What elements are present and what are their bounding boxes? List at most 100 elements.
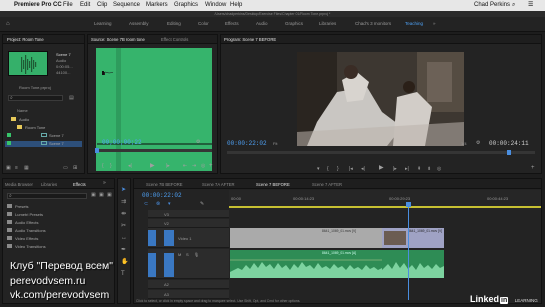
goto-out-icon[interactable]: ▸| bbox=[405, 166, 409, 173]
linked-selection-icon[interactable]: ⊗ bbox=[156, 201, 160, 208]
source-scrubber[interactable] bbox=[95, 148, 212, 153]
add-icon[interactable]: + bbox=[209, 163, 213, 170]
tab-effects[interactable]: Effects bbox=[73, 181, 86, 188]
tab-program[interactable]: Program: Scene 7 BEFORE bbox=[224, 36, 276, 43]
work-area-bar[interactable] bbox=[229, 206, 541, 208]
tab-media-browser[interactable]: Media Browser bbox=[5, 181, 33, 188]
source-patch-v1[interactable] bbox=[148, 230, 156, 246]
search-icon[interactable]: ⌕ bbox=[512, 0, 515, 11]
settings-icon[interactable]: ⚙ bbox=[476, 140, 480, 147]
mark-in-icon[interactable]: { bbox=[102, 163, 104, 170]
target-a1[interactable] bbox=[164, 253, 174, 277]
timeline-settings-icon[interactable]: ✎ bbox=[200, 201, 204, 208]
hand-tool-icon[interactable]: ✋ bbox=[121, 259, 128, 266]
menu-clip[interactable]: Clip bbox=[97, 0, 107, 11]
add-icon[interactable]: + bbox=[531, 165, 535, 172]
program-scrubber[interactable] bbox=[227, 150, 535, 155]
filter-icon[interactable]: ▤ bbox=[69, 95, 74, 102]
ws-libraries[interactable]: Libraries bbox=[319, 20, 336, 28]
mark-out-icon[interactable]: } bbox=[337, 166, 339, 173]
clip-a1-b[interactable] bbox=[382, 250, 444, 278]
play-icon[interactable]: ▶ bbox=[150, 163, 155, 170]
source-patch-a1[interactable] bbox=[148, 253, 156, 277]
search-field[interactable]: ⌕ bbox=[8, 95, 63, 101]
program-timecode[interactable]: 00:00:22:02 bbox=[227, 140, 267, 147]
menu-sequence[interactable]: Sequence bbox=[113, 0, 140, 11]
export-frame-icon[interactable]: ◎ bbox=[437, 166, 441, 173]
snap-icon[interactable]: ⊂ bbox=[144, 201, 148, 208]
overwrite-icon[interactable]: ⇥ bbox=[192, 163, 196, 170]
menu-file[interactable]: File bbox=[63, 0, 73, 11]
ws-assembly[interactable]: Assembly bbox=[129, 20, 149, 28]
step-back-icon[interactable]: ◂| bbox=[361, 166, 365, 173]
ws-graphics[interactable]: Graphics bbox=[285, 20, 303, 28]
bin-room-tone[interactable]: Room Tone bbox=[7, 125, 45, 131]
effects-audio-effects[interactable]: Audio Effects bbox=[7, 220, 39, 226]
mark-out-icon[interactable]: } bbox=[110, 163, 112, 170]
voiceover-icon[interactable]: 🎙 bbox=[194, 251, 199, 258]
menu-help[interactable]: Help bbox=[230, 0, 242, 11]
tab-seq-7-after[interactable]: Scene 7 AFTER bbox=[312, 181, 342, 188]
home-icon[interactable]: ⌂ bbox=[6, 20, 10, 28]
ws-effects[interactable]: Effects bbox=[225, 20, 239, 28]
new-bin-icon[interactable]: ▭ bbox=[63, 165, 68, 172]
effects-audio-transitions[interactable]: Audio Transitions bbox=[7, 228, 46, 234]
accelerated-icon[interactable]: ▣ bbox=[91, 192, 96, 199]
add-marker-icon[interactable]: ▾ bbox=[168, 201, 171, 208]
settings-icon[interactable]: ⚙ bbox=[196, 139, 200, 146]
export-frame-icon[interactable]: ◎ bbox=[201, 163, 205, 170]
resolution-select[interactable]: 1/4 bbox=[461, 141, 467, 146]
playhead-icon[interactable] bbox=[406, 202, 411, 207]
marker-icon[interactable]: ▾ bbox=[317, 166, 320, 173]
bin-scene-7b[interactable]: Scene 7 bbox=[5, 141, 82, 147]
menu-list-icon[interactable]: ☰ bbox=[528, 0, 533, 11]
tab-source[interactable]: Source: Scene 7B room tone bbox=[91, 36, 145, 43]
tab-seq-7a-after[interactable]: Scene 7A AFTER bbox=[202, 181, 235, 188]
menu-edit[interactable]: Edit bbox=[80, 0, 90, 11]
track-select-tool-icon[interactable]: ⇉ bbox=[121, 199, 126, 206]
timeline-playhead[interactable] bbox=[406, 202, 411, 300]
pen-tool-icon[interactable]: ✒ bbox=[121, 247, 126, 254]
playhead-icon[interactable] bbox=[507, 150, 511, 155]
effects-video-effects[interactable]: Video Effects bbox=[7, 236, 38, 242]
tab-seq-7b-before[interactable]: Scene 7B BEFORE bbox=[146, 181, 183, 188]
goto-in-icon[interactable]: |◂ bbox=[349, 166, 353, 173]
ws-learning[interactable]: Learning bbox=[94, 20, 112, 28]
effects-presets[interactable]: Presets bbox=[7, 204, 29, 210]
clip-a1[interactable]: 8641_1069_01.mov [A] bbox=[230, 250, 382, 278]
extract-icon[interactable]: ⇟ bbox=[427, 166, 431, 173]
bin-scene-7[interactable]: Scene 7 bbox=[7, 133, 64, 139]
lock-icon[interactable]: ▣ bbox=[6, 165, 11, 172]
type-tool-icon[interactable]: T bbox=[121, 271, 125, 278]
new-item-icon[interactable]: ⊞ bbox=[73, 165, 77, 172]
ws-chads-3-monitors[interactable]: Chad's 3 monitors bbox=[355, 20, 391, 28]
menu-window[interactable]: Window bbox=[205, 0, 226, 11]
tab-project[interactable]: Project: Room Tone bbox=[7, 36, 44, 43]
slip-tool-icon[interactable]: ↔ bbox=[121, 235, 127, 242]
selection-tool-icon[interactable]: ➤ bbox=[121, 187, 126, 194]
bin-audio[interactable]: Audio bbox=[7, 117, 29, 123]
ripple-edit-tool-icon[interactable]: ⇹ bbox=[121, 211, 126, 218]
insert-icon[interactable]: ⇤ bbox=[183, 163, 187, 170]
ws-editing[interactable]: Editing bbox=[167, 20, 181, 28]
lift-icon[interactable]: ⇞ bbox=[417, 166, 421, 173]
clip-v1-b[interactable]: 8641_1069_01.mov [V] bbox=[382, 228, 444, 248]
step-forward-icon[interactable]: |▸ bbox=[393, 166, 397, 173]
ws-teaching[interactable]: Teaching bbox=[405, 20, 423, 28]
clip-v1-a[interactable]: 8641_1069_01.mov [V] bbox=[230, 228, 382, 248]
tab-libraries[interactable]: Libraries bbox=[41, 181, 57, 188]
tab-effect-controls[interactable]: Effect Controls bbox=[161, 36, 188, 43]
ws-more-icon[interactable]: » bbox=[433, 20, 436, 28]
effects-search-field[interactable]: ⌕ bbox=[7, 193, 87, 199]
timeline-timecode[interactable]: 00:00:22:02 bbox=[142, 192, 182, 199]
step-back-icon[interactable]: ◂| bbox=[128, 163, 132, 170]
zoom-select[interactable]: Fit bbox=[273, 141, 277, 146]
step-forward-icon[interactable]: |▸ bbox=[166, 163, 170, 170]
yuv-icon[interactable]: ▣ bbox=[107, 192, 112, 199]
tab-seq-7-before[interactable]: Scene 7 BEFORE bbox=[256, 181, 290, 188]
mark-in-icon[interactable]: { bbox=[327, 166, 329, 173]
icon-view-icon[interactable]: ▦ bbox=[24, 165, 29, 172]
list-view-icon[interactable]: ≡ bbox=[15, 165, 18, 172]
menu-markers[interactable]: Markers bbox=[146, 0, 168, 11]
menu-graphics[interactable]: Graphics bbox=[174, 0, 198, 11]
